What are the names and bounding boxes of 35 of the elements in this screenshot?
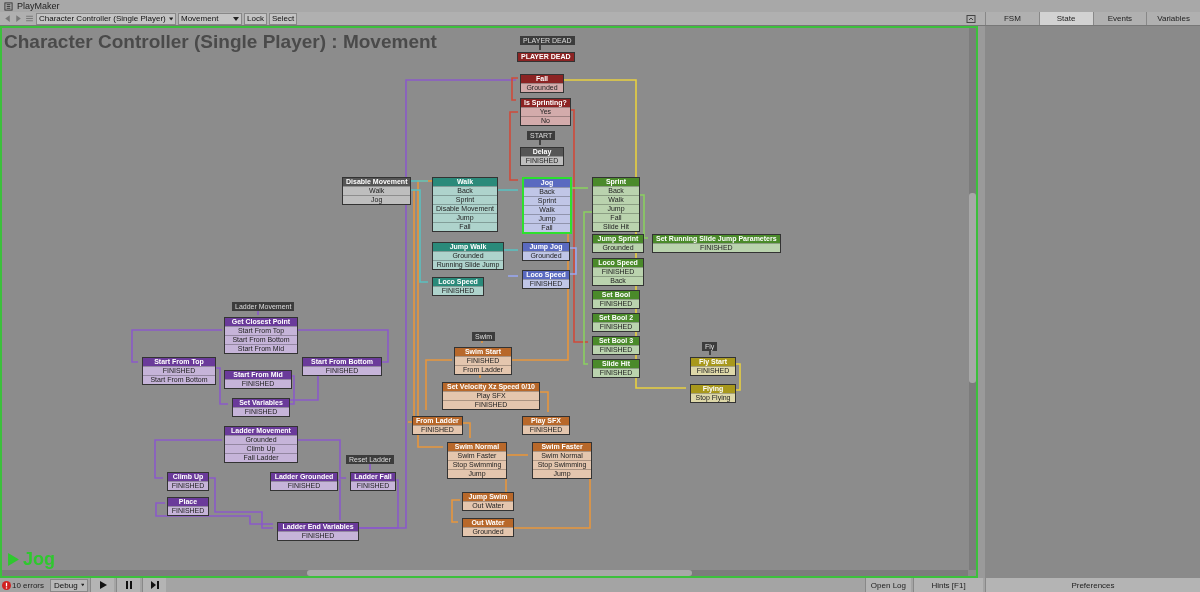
back-arrow-icon[interactable] <box>3 14 12 23</box>
play-icon <box>8 553 19 566</box>
menu-icon[interactable] <box>25 14 34 23</box>
transition-line <box>539 137 541 146</box>
window-title: PlayMaker <box>17 1 60 11</box>
error-icon <box>2 580 11 590</box>
window-icon[interactable] <box>966 13 976 24</box>
play-button[interactable] <box>90 578 114 592</box>
fsm-dropdown[interactable]: Movement <box>178 12 242 25</box>
toolbar-button[interactable]: Select <box>268 12 298 25</box>
caret-icon <box>168 16 173 21</box>
transition-line <box>154 439 223 479</box>
step-button[interactable] <box>142 578 166 592</box>
pause-icon <box>124 581 133 589</box>
debug-dropdown[interactable]: Debug <box>50 578 88 592</box>
caret-icon <box>233 16 239 21</box>
horizontal-scrollbar[interactable] <box>2 570 968 576</box>
play-icon <box>98 581 107 589</box>
fsm-owner-dropdown[interactable]: Character Controller (Single Player) <box>36 12 176 25</box>
forward-arrow-icon[interactable] <box>14 14 23 23</box>
transition-line <box>733 363 741 391</box>
preferences-button[interactable]: Preferences <box>985 578 1200 592</box>
panel-tab[interactable]: State <box>1038 12 1093 25</box>
toolbar-button[interactable]: Lock <box>244 12 267 25</box>
pause-button[interactable] <box>116 578 140 592</box>
hints-button[interactable]: Hints [F1] <box>913 578 983 592</box>
error-count[interactable]: 10 errors <box>12 580 44 590</box>
transition-line <box>539 42 541 51</box>
caret-icon <box>80 583 84 587</box>
transition-line <box>257 309 259 316</box>
vertical-scrollbar[interactable] <box>969 28 976 570</box>
step-icon <box>150 581 159 589</box>
open-log-button[interactable]: Open Log <box>864 578 911 592</box>
graph-title: Character Controller (Single Player) : Movement <box>4 31 437 53</box>
active-state-name: Jog <box>23 549 55 570</box>
